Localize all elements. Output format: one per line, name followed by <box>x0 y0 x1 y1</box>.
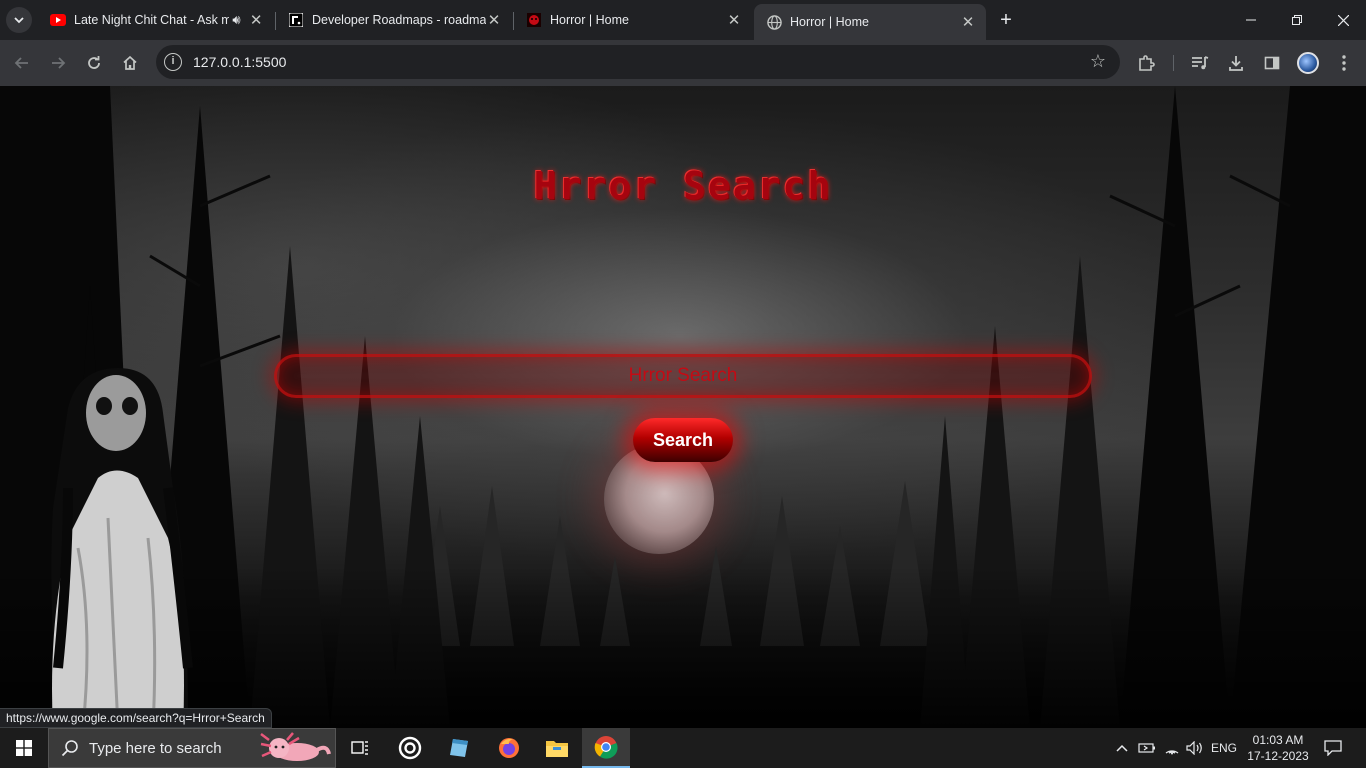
ghost-girl-image <box>51 368 193 728</box>
search-button[interactable]: Search <box>633 418 733 462</box>
info-icon[interactable]: i <box>164 53 182 71</box>
close-icon[interactable]: ✕ <box>726 12 742 29</box>
battery-tray[interactable] <box>1136 728 1158 768</box>
chrome-menu-button[interactable] <box>1332 51 1356 75</box>
search-icon <box>61 740 78 757</box>
search-input[interactable] <box>274 354 1092 398</box>
tab-late-night[interactable]: Late Night Chit Chat - Ask m 🔊︎ ✕ <box>38 4 274 36</box>
taskbar-app-file-explorer[interactable] <box>533 728 581 768</box>
show-hidden-icons-button[interactable] <box>1112 728 1132 768</box>
tab-title: Late Night Chit Chat - Ask m <box>74 13 229 27</box>
tab-horror-home-active[interactable]: Horror | Home ✕ <box>754 4 986 40</box>
arrow-right-icon <box>52 57 66 69</box>
close-icon[interactable]: ✕ <box>486 12 502 29</box>
system-clock[interactable]: 01:03 AM 17-12-2023 <box>1244 732 1312 764</box>
downloads-button[interactable] <box>1224 51 1248 75</box>
notifications-button[interactable] <box>1318 728 1348 768</box>
battery-plug-icon <box>1138 743 1155 753</box>
chevron-down-icon <box>14 17 24 24</box>
plus-icon: + <box>1000 9 1012 31</box>
tab-title: Horror | Home <box>790 15 869 29</box>
kebab-menu-icon <box>1342 55 1346 71</box>
playlist-music-icon <box>1192 56 1209 70</box>
profile-avatar[interactable] <box>1297 52 1319 74</box>
minimize-icon <box>1246 19 1256 21</box>
forward-button[interactable] <box>46 51 70 75</box>
status-bar-url: https://www.google.com/search?q=Hrror+Se… <box>0 708 272 728</box>
clock-time: 01:03 AM <box>1252 733 1304 747</box>
start-button[interactable] <box>0 728 48 768</box>
close-icon <box>1337 14 1349 26</box>
tab-strip: Late Night Chit Chat - Ask m 🔊︎ ✕ Develo… <box>0 0 1366 40</box>
firefox-icon <box>499 738 519 758</box>
new-tab-button[interactable]: + <box>995 9 1017 31</box>
restore-button[interactable] <box>1274 0 1320 40</box>
tab-search-button[interactable] <box>6 7 32 33</box>
taskbar-app-circle[interactable] <box>386 728 434 768</box>
close-window-button[interactable] <box>1320 0 1366 40</box>
clock-date: 17-12-2023 <box>1247 749 1309 763</box>
axolotl-icon <box>260 732 331 761</box>
speaker-icon <box>1186 741 1202 755</box>
taskbar-search-box[interactable]: Type here to search <box>48 728 336 768</box>
tab-title: Horror | Home <box>550 13 629 27</box>
taskbar-app-chrome[interactable] <box>582 728 630 768</box>
windows-logo-icon <box>16 740 32 756</box>
windows-taskbar: Type here to search ENG 01:03 AM 17-12-2… <box>0 728 1366 768</box>
bookmark-star-icon[interactable]: ☆ <box>1090 51 1106 72</box>
download-icon <box>1229 56 1243 71</box>
side-panel-icon <box>1264 56 1280 70</box>
close-icon[interactable]: ✕ <box>960 14 976 31</box>
tab-developer-roadmaps[interactable]: Developer Roadmaps - roadma ✕ <box>276 4 512 36</box>
address-bar[interactable]: i 127.0.0.1:5500 ☆ <box>156 45 1120 79</box>
notification-icon <box>1324 740 1342 756</box>
restore-icon <box>1292 15 1302 25</box>
reload-icon <box>88 56 100 69</box>
globe-icon <box>766 14 782 30</box>
wifi-icon <box>1165 750 1179 755</box>
roadmap-icon <box>288 12 304 28</box>
speaker-icon[interactable]: 🔊︎ <box>229 12 245 28</box>
back-button[interactable] <box>10 51 34 75</box>
chrome-icon <box>594 736 618 759</box>
horror-favicon <box>526 12 542 28</box>
home-icon <box>123 55 137 70</box>
taskbar-app-firefox[interactable] <box>485 728 533 768</box>
minimize-button[interactable] <box>1228 0 1274 40</box>
target-app-icon <box>398 736 422 760</box>
browser-toolbar: i 127.0.0.1:5500 ☆ <box>0 40 1366 86</box>
arrow-left-icon <box>14 57 28 69</box>
taskbar-app-notes[interactable] <box>435 728 483 768</box>
tab-horror-home[interactable]: Horror | Home ✕ <box>514 4 752 36</box>
chevron-up-icon <box>1116 744 1128 752</box>
extensions-button[interactable] <box>1134 51 1158 75</box>
toolbar-divider <box>1173 55 1174 71</box>
side-panel-button[interactable] <box>1260 51 1284 75</box>
reload-button[interactable] <box>82 51 106 75</box>
youtube-icon <box>50 12 66 28</box>
media-controls-button[interactable] <box>1188 51 1212 75</box>
page-title: Hrror Search <box>533 164 833 208</box>
home-button[interactable] <box>118 51 142 75</box>
volume-tray[interactable] <box>1184 728 1206 768</box>
notes-app-icon <box>450 739 468 757</box>
input-language[interactable]: ENG <box>1208 728 1240 768</box>
task-view-icon <box>351 741 368 755</box>
page-viewport: Hrror Search Search https://www.google.c… <box>0 86 1366 728</box>
folder-icon <box>546 741 568 757</box>
close-icon[interactable]: ✕ <box>248 12 264 29</box>
puzzle-icon <box>1139 55 1155 71</box>
task-view-button[interactable] <box>336 728 384 768</box>
network-tray[interactable] <box>1161 728 1183 768</box>
taskbar-search-placeholder: Type here to search <box>89 739 222 757</box>
address-url[interactable]: 127.0.0.1:5500 <box>193 54 286 70</box>
tab-title: Developer Roadmaps - roadma <box>312 13 487 27</box>
